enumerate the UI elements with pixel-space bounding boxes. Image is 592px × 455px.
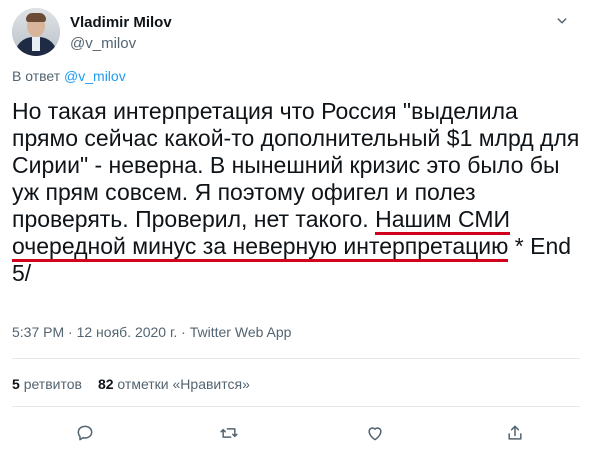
action-bar [0,420,592,446]
retweets-stat[interactable]: 5 ретвитов [12,376,82,392]
underlined-text-2: очередной минус за неверную интерпретаци… [12,233,509,262]
divider [12,358,580,359]
tweet-source[interactable]: Twitter Web App [190,324,292,340]
retweets-label: ретвитов [23,376,82,392]
tweet-date[interactable]: 12 нояб. 2020 г. [77,324,178,340]
author-handle[interactable]: @v_milov [70,35,136,52]
reply-icon[interactable] [72,420,98,446]
tweet-header: Vladimir Milov @v_milov [12,8,580,56]
reply-to-line: В ответ @v_milov [12,68,126,84]
tweet-time[interactable]: 5:37 PM [12,324,64,340]
likes-count: 82 [97,376,114,392]
more-options-icon[interactable] [550,10,574,28]
underlined-text-1: Нашим СМИ [375,206,511,235]
reply-mention-link[interactable]: @v_milov [64,68,126,84]
likes-label: отметки «Нравится» [117,376,250,392]
retweet-icon[interactable] [216,420,242,446]
tweet-stats: 5 ретвитов 82 отметки «Нравится» [12,376,250,392]
tweet-text: Но такая интерпретация что Россия "выдел… [12,98,582,287]
tweet-meta: 5:37 PM · 12 нояб. 2020 г. · Twitter Web… [12,324,291,340]
likes-stat[interactable]: 82 отметки «Нравится» [98,376,250,392]
share-icon[interactable] [502,420,528,446]
meta-separator: · [177,324,190,340]
divider [12,406,580,407]
like-icon[interactable] [362,420,388,446]
avatar[interactable] [12,8,60,56]
reply-prefix: В ответ [12,68,61,84]
meta-separator: · [64,324,77,340]
retweets-count: 5 [12,376,20,392]
author-name[interactable]: Vladimir Milov [70,14,172,31]
